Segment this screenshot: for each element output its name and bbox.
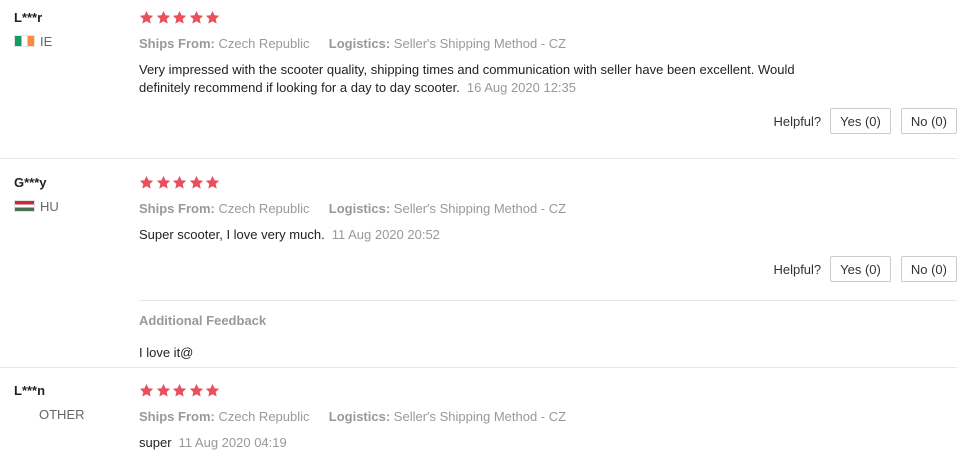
helpful-yes-button[interactable]: Yes (0) xyxy=(830,108,891,134)
logistics-value: Seller's Shipping Method - CZ xyxy=(393,201,567,216)
additional-feedback-text: I love it@ xyxy=(139,345,194,360)
review-date: 16 Aug 2020 12:35 xyxy=(466,80,577,95)
review-divider xyxy=(0,158,957,159)
ships-from-value: Czech Republic xyxy=(218,36,310,51)
reviewer-info: G***y HU xyxy=(14,175,124,214)
user-name: L***r xyxy=(14,10,43,25)
star-icon xyxy=(156,175,171,190)
user-name: L***n xyxy=(14,383,46,398)
star-icon xyxy=(189,383,204,398)
ships-from-value: Czech Republic xyxy=(218,409,310,424)
star-icon xyxy=(205,10,220,25)
logistics-label: Logistics: xyxy=(328,201,391,216)
shipping-info: Ships From: Czech Republic Logistics: Se… xyxy=(139,36,957,52)
shipping-info: Ships From: Czech Republic Logistics: Se… xyxy=(139,201,957,217)
helpful-vote: Helpful? Yes (0) No (0) xyxy=(773,256,957,282)
star-icon xyxy=(139,383,154,398)
country-info: HU xyxy=(14,198,124,214)
user-name: G***y xyxy=(14,175,47,190)
ships-from-value: Czech Republic xyxy=(218,201,310,216)
additional-feedback: Additional Feedback I love it@ xyxy=(139,313,266,360)
star-icon xyxy=(205,383,220,398)
star-icon xyxy=(156,10,171,25)
shipping-info: Ships From: Czech Republic Logistics: Se… xyxy=(139,409,957,425)
star-rating xyxy=(139,383,957,401)
helpful-no-button[interactable]: No (0) xyxy=(900,108,957,134)
logistics-label: Logistics: xyxy=(328,409,391,424)
review-content: super 11 Aug 2020 04:19 xyxy=(139,434,839,452)
country-code: IE xyxy=(40,33,53,49)
review-content: Super scooter, I love very much. 11 Aug 2… xyxy=(139,226,839,244)
star-rating xyxy=(139,10,957,28)
review-content: Very impressed with the scooter quality,… xyxy=(139,61,839,97)
star-icon xyxy=(189,10,204,25)
country-info: OTHER xyxy=(14,406,124,422)
star-icon xyxy=(172,10,187,25)
reviewer-info: L***r IE xyxy=(14,10,124,49)
logistics-value: Seller's Shipping Method - CZ xyxy=(393,409,567,424)
star-icon xyxy=(172,383,187,398)
reviewer-info: L***n OTHER xyxy=(14,383,124,422)
star-icon xyxy=(139,175,154,190)
country-code: OTHER xyxy=(39,406,85,422)
helpful-no-button[interactable]: No (0) xyxy=(900,256,957,282)
review-date: 11 Aug 2020 20:52 xyxy=(331,227,440,242)
ships-from-label: Ships From: xyxy=(139,36,215,51)
star-icon xyxy=(172,175,187,190)
helpful-vote: Helpful? Yes (0) No (0) xyxy=(773,108,957,134)
hungary-flag-icon xyxy=(14,200,35,212)
ireland-flag-icon xyxy=(14,35,35,47)
country-info: IE xyxy=(14,33,124,49)
star-rating xyxy=(139,175,957,193)
review-body: Ships From: Czech Republic Logistics: Se… xyxy=(139,10,957,97)
additional-feedback-divider xyxy=(139,300,957,301)
review-divider xyxy=(0,367,957,368)
logistics-value: Seller's Shipping Method - CZ xyxy=(393,36,567,51)
ships-from-label: Ships From: xyxy=(139,409,215,424)
helpful-label: Helpful? xyxy=(773,261,822,277)
star-icon xyxy=(156,383,171,398)
additional-feedback-title: Additional Feedback xyxy=(139,313,267,328)
star-icon xyxy=(139,10,154,25)
logistics-label: Logistics: xyxy=(328,36,391,51)
ships-from-label: Ships From: xyxy=(139,201,215,216)
country-code: HU xyxy=(40,198,59,214)
review-text: super xyxy=(139,435,172,450)
review-text: Super scooter, I love very much. xyxy=(139,227,325,242)
review-body: Ships From: Czech Republic Logistics: Se… xyxy=(139,175,957,244)
star-icon xyxy=(205,175,220,190)
review-body: Ships From: Czech Republic Logistics: Se… xyxy=(139,383,957,452)
feedback-list: L***r IE Ships From: Czech Republic Logi… xyxy=(0,0,973,451)
helpful-yes-button[interactable]: Yes (0) xyxy=(830,256,891,282)
review-date: 11 Aug 2020 04:19 xyxy=(178,435,287,450)
star-icon xyxy=(189,175,204,190)
helpful-label: Helpful? xyxy=(773,113,822,129)
